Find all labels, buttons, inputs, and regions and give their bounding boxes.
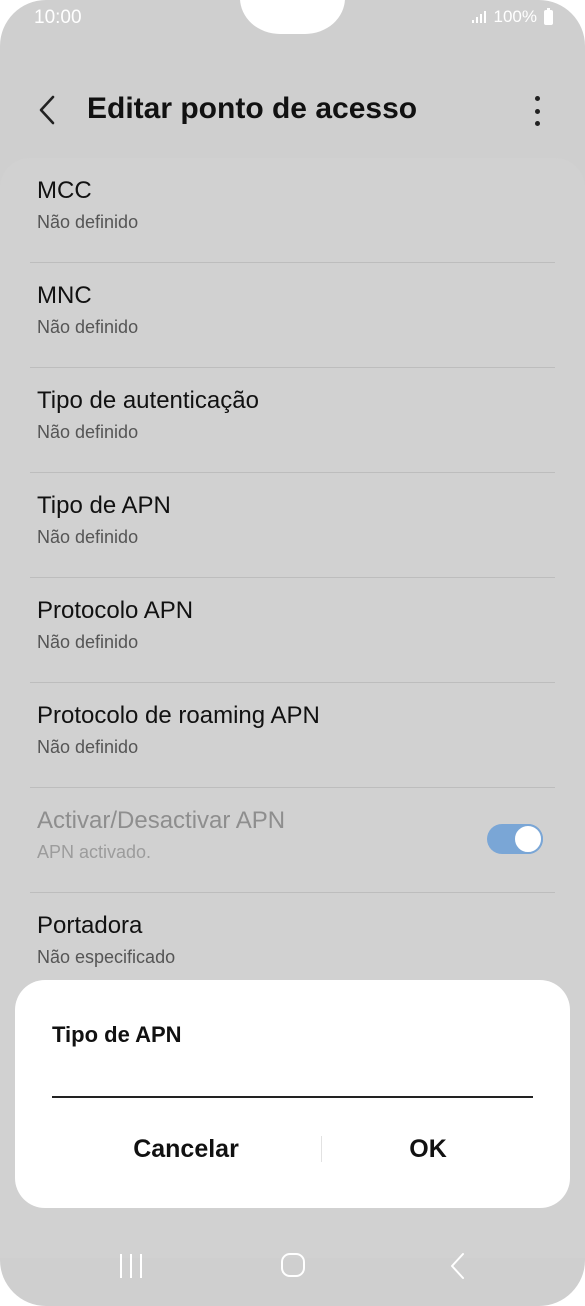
status-time: 10:00 <box>34 7 82 28</box>
cancel-button[interactable]: Cancelar <box>71 1122 301 1176</box>
apn-type-dialog: Tipo de APN Cancelar OK <box>15 980 570 1208</box>
recent-apps-icon <box>140 1254 142 1278</box>
setting-label: Tipo de autenticação <box>37 387 259 414</box>
more-options-button[interactable] <box>527 96 547 126</box>
signal-icon <box>471 11 486 23</box>
ok-button[interactable]: OK <box>313 1122 543 1176</box>
setting-value: APN activado. <box>37 842 152 862</box>
setting-value: Não definido <box>37 632 139 652</box>
toggle-knob <box>513 824 543 854</box>
setting-label: MCC <box>37 177 92 204</box>
setting-label: Portadora <box>37 912 143 939</box>
dialog-title: Tipo de APN <box>52 1022 182 1047</box>
setting-label: MNC <box>37 282 92 309</box>
setting-apn-protocol[interactable]: Protocolo APN Não definido <box>0 578 585 683</box>
chevron-left-icon <box>39 95 55 125</box>
setting-value: Não definido <box>37 212 139 232</box>
page-title: Editar ponto de acesso <box>87 92 418 125</box>
navigation-bar <box>0 1236 585 1306</box>
setting-value: Não definido <box>37 737 139 757</box>
setting-auth-type[interactable]: Tipo de autenticação Não definido <box>0 368 585 473</box>
setting-label: Tipo de APN <box>37 492 171 519</box>
setting-apn-enable[interactable]: Activar/Desactivar APN APN activado. <box>0 788 585 893</box>
battery-percent: 100% <box>493 7 537 26</box>
recent-apps-icon <box>130 1254 132 1278</box>
app-bar: Editar ponto de acesso <box>0 70 585 150</box>
setting-apn-roaming-protocol[interactable]: Protocolo de roaming APN Não definido <box>0 683 585 788</box>
setting-label: Protocolo APN <box>37 597 194 624</box>
setting-label: Protocolo de roaming APN <box>37 702 320 729</box>
more-dot-icon <box>534 108 540 114</box>
more-dot-icon <box>534 96 540 101</box>
back-button[interactable] <box>34 90 64 130</box>
setting-apn-type[interactable]: Tipo de APN Não definido <box>0 473 585 578</box>
setting-value: Não definido <box>37 422 139 442</box>
home-button[interactable] <box>281 1253 305 1277</box>
setting-value: Não definido <box>37 317 139 337</box>
setting-mnc[interactable]: MNC Não definido <box>0 263 585 368</box>
setting-value: Não especificado <box>37 947 176 967</box>
recent-apps-button[interactable] <box>120 1254 142 1278</box>
apn-enable-toggle[interactable] <box>487 824 543 854</box>
setting-value: Não definido <box>37 527 139 547</box>
setting-label: Activar/Desactivar APN <box>37 807 286 834</box>
setting-mcc[interactable]: MCC Não definido <box>0 158 585 263</box>
battery-icon <box>544 7 553 25</box>
more-dot-icon <box>534 121 540 126</box>
phone-screen: 10:00 100% Editar ponto de acesso MCC Nã… <box>0 0 585 1306</box>
apn-type-input[interactable] <box>52 1060 533 1098</box>
nav-back-icon <box>451 1253 464 1279</box>
nav-back-button[interactable] <box>448 1251 468 1281</box>
recent-apps-icon <box>120 1254 122 1278</box>
status-indicators: 100% <box>471 7 553 27</box>
